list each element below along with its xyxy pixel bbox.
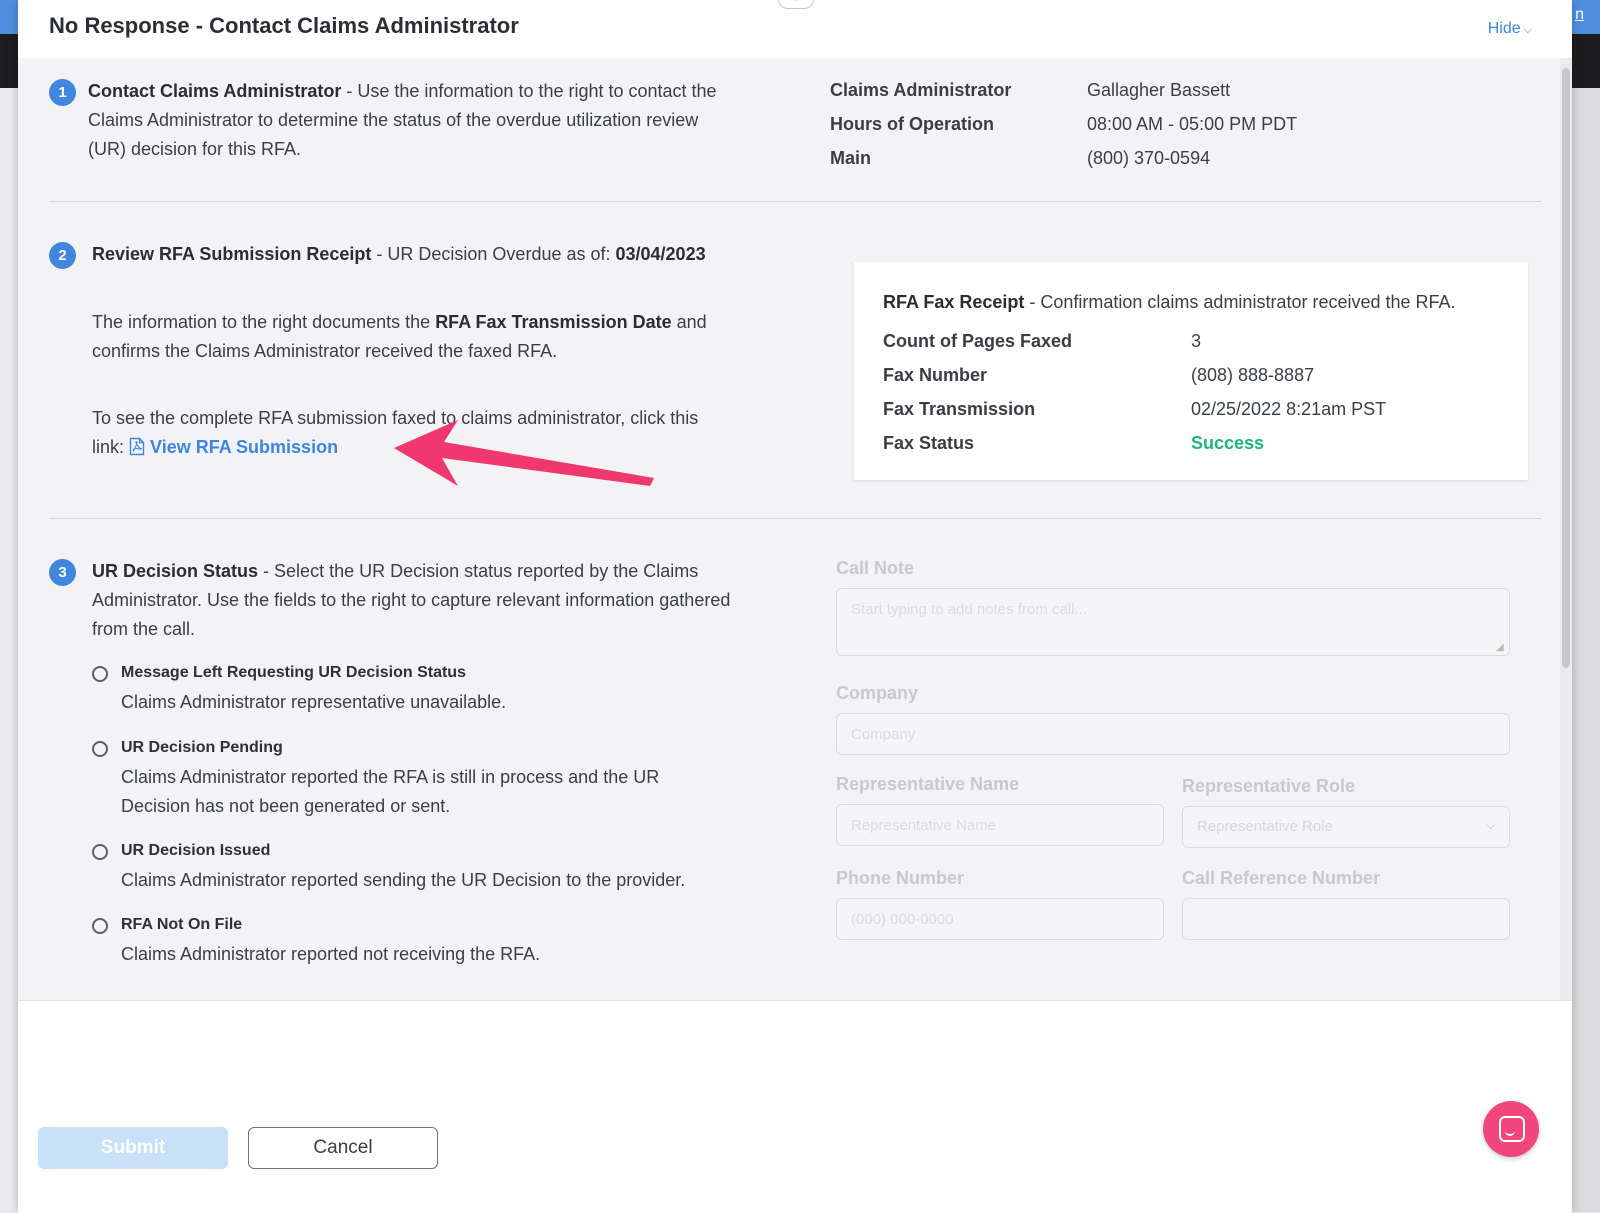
scrollbar[interactable] — [1560, 58, 1572, 1018]
fax-receipt-heading: RFA Fax Receipt - Confirmation claims ad… — [883, 288, 1523, 317]
call-note-field[interactable] — [836, 588, 1510, 656]
step-3-badge: 3 — [49, 559, 76, 586]
option-description: Claims Administrator reported sending th… — [121, 870, 686, 890]
radio-rfa-not-on-file[interactable] — [92, 918, 108, 934]
option-title: UR Decision Issued — [121, 842, 271, 859]
modal-body: 1 Contact Claims Administrator - Use the… — [18, 58, 1572, 1018]
pdf-file-icon — [129, 437, 145, 456]
chat-launcher[interactable] — [1483, 1101, 1539, 1157]
representative-name-field[interactable] — [836, 804, 1164, 846]
receipt-label: Count of Pages Faxed — [883, 331, 1073, 351]
option-description: Claims Administrator reported the RFA is… — [121, 767, 660, 816]
receipt-value: 02/25/2022 8:21am PST — [1191, 399, 1387, 419]
section-divider — [49, 201, 1541, 202]
phone-number-label: Phone Number — [836, 868, 965, 888]
info-label: Claims Administrator — [830, 80, 1012, 100]
step-2-heading: Review RFA Submission Receipt - UR Decis… — [92, 240, 812, 269]
step-2-text-a: The information to the right documents t… — [92, 312, 436, 332]
overdue-date: 03/04/2023 — [615, 244, 706, 264]
submit-button[interactable]: Submit — [38, 1127, 228, 1169]
resize-grip-icon[interactable]: ◢ — [1496, 642, 1504, 653]
step-1-description: Contact Claims Administrator - Use the i… — [88, 77, 728, 164]
chevron-down-icon: ⌵ — [1523, 24, 1532, 36]
radio-ur-decision-pending[interactable] — [92, 741, 108, 757]
app-corner-link[interactable]: n — [1575, 6, 1584, 24]
claims-admin-info: Claims Administrator Gallagher Bassett H… — [830, 73, 1530, 183]
step-1-title: Contact Claims Administrator — [88, 81, 342, 101]
info-value: (800) 370-0594 — [1087, 148, 1211, 168]
phone-number-field[interactable] — [836, 898, 1164, 940]
representative-name-label: Representative Name — [836, 774, 1020, 794]
annotation-arrow — [394, 420, 654, 486]
hide-label: Hide — [1487, 20, 1521, 37]
info-value: Gallagher Bassett — [1087, 80, 1231, 100]
fax-receipt-details: Count of Pages Faxed 3 Fax Number (808) … — [883, 324, 1503, 464]
receipt-value: 3 — [1191, 331, 1202, 351]
view-rfa-submission-link[interactable]: View RFA Submission — [129, 437, 338, 457]
company-label: Company — [836, 683, 919, 703]
fax-receipt-title: RFA Fax Receipt — [883, 292, 1025, 312]
fax-receipt-card: RFA Fax Receipt - Confirmation claims ad… — [854, 258, 1528, 480]
company-field[interactable] — [836, 713, 1510, 755]
step-3-title: UR Decision Status — [92, 561, 259, 581]
receipt-value: (808) 888-8887 — [1191, 365, 1315, 385]
step-3-description: UR Decision Status - Select the UR Decis… — [92, 557, 742, 644]
call-reference-label: Call Reference Number — [1182, 868, 1381, 888]
option-title: RFA Not On File — [121, 916, 243, 933]
cancel-button[interactable]: Cancel — [248, 1127, 438, 1169]
option-description: Claims Administrator reported not receiv… — [121, 944, 541, 964]
step-2-title: Review RFA Submission Receipt — [92, 244, 372, 264]
receipt-label: Fax Transmission — [883, 399, 1036, 419]
call-note-label: Call Note — [836, 558, 915, 578]
receipt-label: Fax Status — [883, 433, 975, 453]
step-2-info-text: The information to the right documents t… — [92, 308, 712, 366]
scrollbar-thumb[interactable] — [1562, 68, 1570, 668]
info-value: 08:00 AM - 05:00 PM PDT — [1087, 114, 1298, 134]
receipt-label: Fax Number — [883, 365, 988, 385]
view-rfa-submission-label: View RFA Submission — [150, 437, 339, 457]
option-description: Claims Administrator representative unav… — [121, 692, 507, 712]
fax-receipt-subtitle: - Confirmation claims administrator rece… — [1024, 292, 1456, 312]
call-reference-field[interactable] — [1182, 898, 1510, 940]
option-title: Message Left Requesting UR Decision Stat… — [121, 664, 466, 681]
info-label: Main — [830, 148, 872, 168]
info-label: Hours of Operation — [830, 114, 995, 134]
modal-title: No Response - Contact Claims Administrat… — [49, 13, 519, 38]
modal-header: ▾ No Response - Contact Claims Administr… — [18, 0, 1572, 58]
representative-role-select[interactable]: Representative Role — [1182, 806, 1510, 848]
representative-role-label: Representative Role — [1182, 776, 1356, 796]
representative-role-placeholder: Representative Role — [1197, 818, 1333, 835]
step-2-badge: 2 — [49, 242, 76, 269]
fax-status-badge: Success — [1191, 433, 1265, 453]
radio-message-left[interactable] — [92, 666, 108, 682]
option-title: UR Decision Pending — [121, 739, 283, 756]
contact-claims-modal: ▾ No Response - Contact Claims Administr… — [18, 0, 1572, 1213]
collapse-tab[interactable]: ▾ — [778, 0, 814, 9]
step-2-subtitle: - UR Decision Overdue as of: — [371, 244, 616, 264]
hide-button[interactable]: Hide ⌵ — [1488, 20, 1532, 38]
modal-footer: Submit Cancel — [18, 1000, 1572, 1213]
radio-ur-decision-issued[interactable] — [92, 844, 108, 860]
step-1-badge: 1 — [49, 79, 76, 106]
chevron-down-icon: ⌵ — [1486, 818, 1496, 832]
step-2-text-bold: RFA Fax Transmission Date — [435, 312, 672, 332]
app-background-right — [1568, 88, 1600, 1212]
section-divider — [49, 518, 1541, 519]
